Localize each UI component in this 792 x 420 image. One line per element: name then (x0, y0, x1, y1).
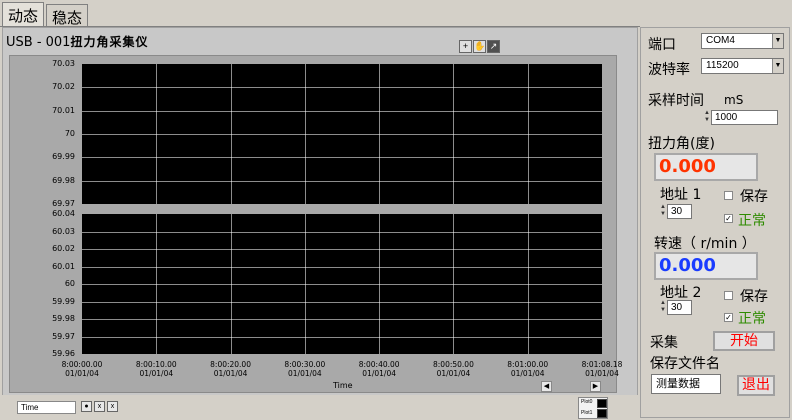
y-tick-label: 59.96 (52, 349, 75, 358)
sample-stepper[interactable]: ▲ ▼ (704, 110, 710, 125)
x-tick-label: 8:00:30.00 01/01/04 (284, 360, 326, 378)
axis-autoscale-icon[interactable]: x (94, 401, 105, 412)
pan-tool-icon[interactable]: ✋ (473, 40, 486, 53)
plot-area-torque[interactable] (82, 64, 602, 204)
y-tick-label: 60.04 (52, 209, 75, 218)
address2-input[interactable]: 30 (667, 300, 692, 315)
legend-plot1-label: Plot1 (581, 410, 593, 416)
y-tick-label: 70.01 (52, 105, 75, 115)
tab-dynamic-label: 动态 (8, 7, 39, 25)
time-axis-field[interactable]: Time (17, 401, 76, 414)
speed-label: 转速（ r/min ） (654, 236, 756, 252)
save1-checkbox[interactable] (724, 191, 733, 200)
y-tick-label: 60.02 (52, 244, 75, 253)
tab-dynamic[interactable]: 动态 (2, 2, 44, 26)
filename-input[interactable]: 测量数据 (651, 374, 721, 394)
save2-checkbox[interactable] (724, 291, 733, 300)
plot-legend: Plot0 Plot1 (578, 397, 608, 419)
baud-label: 波特率 (648, 62, 690, 78)
port-value: COM4 (706, 35, 735, 46)
x-tick-label: 8:00:50.00 01/01/04 (433, 360, 474, 378)
y-tick-label: 60.03 (52, 226, 75, 236)
x-tick-label: 8:00:20.00 01/01/04 (210, 360, 251, 378)
grid-speed (82, 214, 602, 354)
address2-label: 地址 2 (660, 285, 702, 301)
address2-stepper[interactable]: ▲ ▼ (660, 300, 666, 315)
port-label: 端口 (648, 37, 676, 53)
sample-unit-label: mS (724, 93, 744, 107)
x-tick-label: 8:00:10.00 01/01/04 (135, 360, 177, 378)
chevron-down-icon: ▼ (772, 59, 783, 73)
speed-indicator: 0.000 (654, 252, 758, 280)
save2-label: 保存 (740, 289, 768, 305)
torque-indicator: 0.000 (654, 153, 758, 181)
zoom-tool-icon[interactable]: + (459, 40, 472, 53)
y-tick-label: 69.98 (52, 175, 75, 185)
baud-select[interactable]: 115200 ▼ (701, 58, 784, 74)
cursor-tool-icon[interactable]: ↗ (487, 40, 500, 53)
y-tick-label: 59.98 (52, 314, 75, 323)
y-tick-label: 69.99 (52, 152, 75, 162)
y-tick-label: 59.97 (52, 331, 75, 341)
x-tick-label: 8:01:08.18 01/01/04 (581, 360, 623, 378)
tab-steady-label: 稳态 (52, 9, 83, 27)
legend-plot1-swatch[interactable] (597, 409, 607, 418)
y-tick-label: 69.97 (52, 199, 75, 208)
normal2-checkbox[interactable]: ✓ (724, 313, 733, 322)
address1-stepper[interactable]: ▲ ▼ (660, 204, 666, 219)
chevron-down-icon: ▼ (772, 34, 783, 48)
normal2-status: 正常 (738, 311, 766, 327)
x-tick-label: 8:01:00.00 01/01/04 (507, 360, 549, 378)
title-prefix: USB - 001 (6, 35, 71, 50)
normal1-checkbox[interactable]: ✓ (724, 214, 733, 223)
y-tick-label: 70 (64, 129, 75, 138)
x-axis-label: Time (333, 381, 353, 390)
y-tick-label: 60 (64, 279, 75, 288)
y-tick-label: 70.02 (52, 82, 75, 92)
address1-label: 地址 1 (660, 187, 702, 203)
y-tick-label: 60.01 (52, 261, 75, 271)
app-title: USB - 001扭力角采集仪 (6, 33, 148, 50)
collect-label: 采集 (650, 335, 678, 351)
x-tick-label: 8:00:40.00 01/01/04 (358, 360, 400, 378)
x-tick-label: 8:00:00.00 01/01/04 (61, 360, 103, 378)
start-button[interactable]: 开始 (713, 331, 775, 351)
legend-plot0-swatch[interactable] (597, 399, 607, 408)
normal1-status: 正常 (738, 213, 766, 229)
scroll-right-button[interactable]: ▶ (590, 381, 601, 392)
torque-label: 扭力角(度) (648, 136, 715, 152)
grid-torque (82, 64, 602, 204)
scroll-left-button[interactable]: ◀ (541, 381, 552, 392)
y-tick-label: 59.99 (52, 296, 75, 306)
sample-time-input[interactable]: 1000 (711, 110, 778, 125)
legend-plot0-label: Plot0 (581, 399, 593, 405)
address1-input[interactable]: 30 (667, 204, 692, 219)
title-suffix: 扭力角采集仪 (70, 35, 149, 49)
sample-time-label: 采样时间 (648, 93, 704, 109)
save1-label: 保存 (740, 189, 768, 205)
port-select[interactable]: COM4 ▼ (701, 33, 784, 49)
baud-value: 115200 (706, 60, 739, 71)
filename-label: 保存文件名 (650, 356, 720, 372)
y-tick-label: 70.03 (52, 59, 75, 68)
axis-lock-icon[interactable]: ● (81, 401, 92, 412)
tab-steady[interactable]: 稳态 (46, 4, 88, 27)
plot-area-speed[interactable] (82, 214, 602, 354)
exit-button[interactable]: 退出 (737, 375, 775, 396)
axis-format-icon[interactable]: x (107, 401, 118, 412)
